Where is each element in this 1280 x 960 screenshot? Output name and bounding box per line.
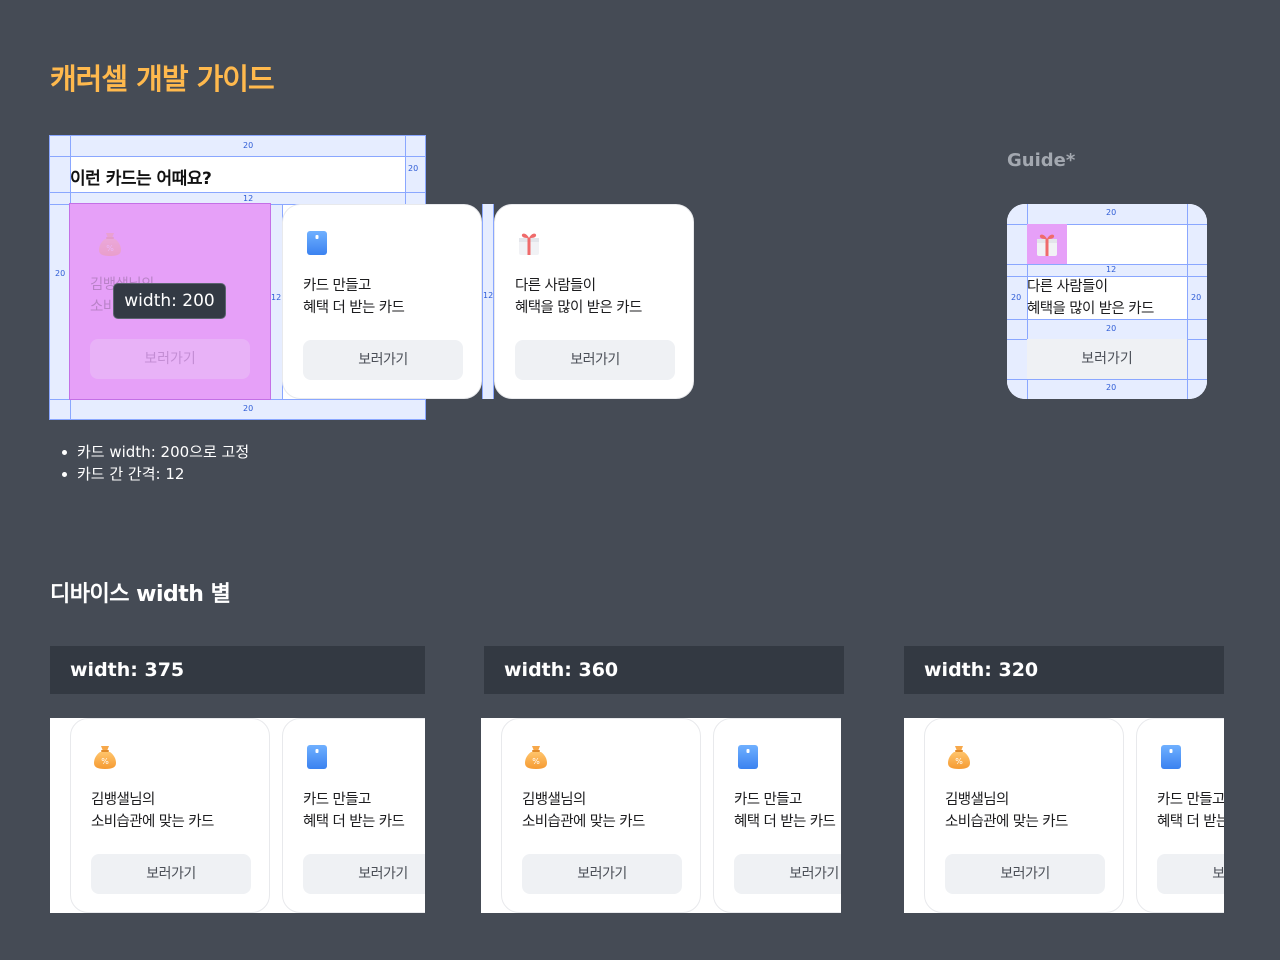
money-bag-icon [945,743,973,771]
device-header-360: width: 360 [484,646,844,694]
guide-dim-left: 20 [1011,293,1022,302]
note-item: 카드 width: 200으로 고정 [60,441,249,463]
top-padding-guide [50,136,425,156]
dim-bottom: 20 [243,404,254,413]
carousel-card[interactable]: 다른 사람들이 혜택을 많이 받은 카드 보러가기 [494,204,694,399]
guide-line [1007,379,1207,380]
view-button[interactable]: 보러가기 [303,340,463,380]
card-line-2: 혜택을 많이 받은 카드 [515,300,642,316]
guide-dim-right: 20 [1191,293,1202,302]
card-icon [303,229,331,257]
device-header-320: width: 320 [904,646,1224,694]
guide-card: 다른 사람들이 혜택을 많이 받은 카드 보러가기 20 12 20 20 20… [1007,204,1207,399]
carousel-card[interactable]: 김뱅샐님의소비습관에 맞는 카드 보러가기 [501,718,701,913]
guide-card-line-1: 다른 사람들이 [1027,279,1108,295]
note-item: 카드 간 간격: 12 [60,463,249,485]
guide-dim-gap: 12 [1106,265,1117,274]
view-button: 보러가기 [90,339,250,379]
money-bag-icon [522,743,550,771]
card-icon [1157,743,1185,771]
device-frame-320[interactable]: 김뱅샐님의소비습관에 맞는 카드 보러가기 카드 만들고혜택 더 받는 카드 보… [904,718,1224,913]
card-line-2: 소비습관에 맞는 카드 [522,814,645,830]
guide-dim-bottom: 20 [1106,383,1117,392]
icon-area [1027,224,1067,264]
card-line-1: 김뱅샐님의 [945,792,1009,808]
guide-card-line-2: 혜택을 많이 받은 카드 [1027,301,1154,317]
card-line-2: 혜택 더 받는 카드 [303,814,405,830]
card-icon [303,743,331,771]
gift-icon [1033,230,1061,258]
dim-heading-gap: 12 [243,194,254,203]
guide-line [50,156,425,157]
device-frame-360[interactable]: 김뱅샐님의소비습관에 맞는 카드 보러가기 카드 만들고혜택 더 받는 카드 보… [481,718,841,913]
money-bag-icon [91,743,119,771]
card-icon [734,743,762,771]
view-button[interactable]: 보러가기 [734,854,841,894]
card-line-1: 다른 사람들이 [515,278,596,294]
view-button[interactable]: 보러가기 [1157,854,1224,894]
money-bag-icon [96,230,124,258]
guide-line [50,192,425,193]
carousel-card[interactable]: 카드 만들고혜택 더 받는 카드 보러가기 [1136,718,1224,913]
card-line-1: 카드 만들고 [734,792,802,808]
dim-top: 20 [243,141,254,150]
card-line-2: 소비습관에 맞는 카드 [945,814,1068,830]
spec-heading: 이런 카드는 어때요? [70,169,212,189]
guide-view-button[interactable]: 보러가기 [1027,339,1187,379]
heading-gap-guide [70,192,405,204]
device-frame-375[interactable]: 김뱅샐님의소비습관에 맞는 카드 보러가기 카드 만들고혜택 더 받는 카드 보… [50,718,425,913]
card-line-2: 혜택 더 받는 카드 [734,814,836,830]
dim-left: 20 [55,269,66,278]
view-button[interactable]: 보러가기 [303,854,425,894]
view-button[interactable]: 보러가기 [945,854,1105,894]
device-header-375: width: 375 [50,646,425,694]
carousel-card[interactable]: 김뱅샐님의소비습관에 맞는 카드 보러가기 [70,718,270,913]
width-tooltip: width: 200 [113,283,226,319]
page-title: 캐러셀 개발 가이드 [50,62,275,96]
guide-line [1187,204,1188,399]
card-line-1: 카드 만들고 [1157,792,1224,808]
guide-label: Guide* [1007,150,1076,171]
view-button[interactable]: 보러가기 [515,340,675,380]
carousel-card[interactable]: 카드 만들고혜택 더 받는 카드 보러가기 [282,718,425,913]
carousel-card[interactable]: 카드 만들고혜택 더 받는 카드 보러가기 [713,718,841,913]
dim-card-gap-2: 12 [483,291,494,300]
card-line-1: 카드 만들고 [303,792,371,808]
bottom-padding-guide [50,399,425,419]
notes-list: 카드 width: 200으로 고정 카드 간 간격: 12 [60,441,249,485]
view-button[interactable]: 보러가기 [522,854,682,894]
guide-line [50,399,425,400]
guide-line [405,136,406,204]
card-line-2: 혜택 더 받는 카드 [1157,814,1224,830]
carousel-card[interactable]: 카드 만들고 혜택 더 받는 카드 보러가기 [282,204,482,399]
card-line-2: 혜택 더 받는 카드 [303,300,405,316]
view-button[interactable]: 보러가기 [91,854,251,894]
card-line-1: 김뱅샐님의 [522,792,586,808]
card-line-1: 김뱅샐님의 [91,792,155,808]
guide-dim-above-button: 20 [1106,324,1117,333]
dim-card-gap: 12 [271,293,282,302]
card-line-1: 카드 만들고 [303,278,371,294]
card-gap-guide: 12 [482,204,494,399]
card-line-2: 소비습관에 맞는 카드 [91,814,214,830]
section-title: 디바이스 width 별 [50,582,231,607]
carousel-card[interactable]: 김뱅샐님의소비습관에 맞는 카드 보러가기 [924,718,1124,913]
dim-right: 20 [408,164,419,173]
gift-icon [515,229,543,257]
guide-dim-top: 20 [1106,208,1117,217]
